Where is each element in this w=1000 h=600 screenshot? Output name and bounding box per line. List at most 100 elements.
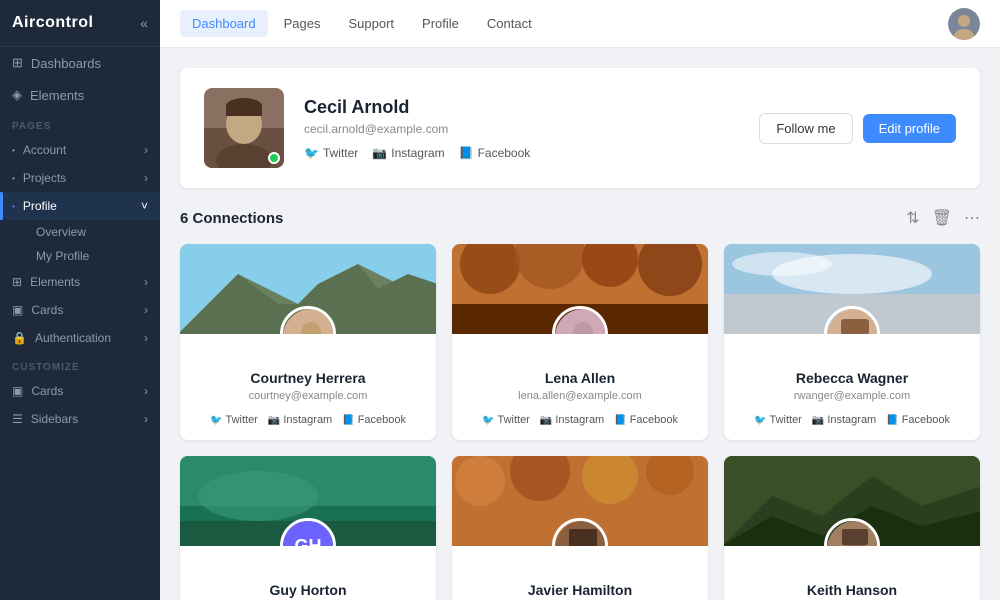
follow-button[interactable]: Follow me	[759, 113, 852, 144]
connections-header: 6 Connections ⇅ 🗑 ⋯	[180, 208, 980, 228]
sidebar-item-elements2[interactable]: ⊞ Elements ›	[0, 268, 160, 296]
cards-icon: ▣	[12, 303, 23, 317]
profile-social-links: 🐦 Twitter 📷 Instagram 📘 Facebook	[304, 146, 739, 160]
card-twitter[interactable]: 🐦Twitter	[754, 414, 802, 426]
sidebar-item-elements[interactable]: ◈ Elements	[0, 79, 160, 111]
profile-actions: Follow me Edit profile	[759, 113, 956, 144]
card-email: courtney@example.com	[196, 390, 420, 402]
connections-actions: ⇅ 🗑 ⋯	[906, 208, 980, 228]
card-name: Guy Horton	[196, 582, 420, 598]
card-avatar-wrap	[824, 306, 880, 334]
user-avatar[interactable]	[948, 8, 980, 40]
profile-email: cecil.arnold@example.com	[304, 122, 739, 136]
topnav-link-dashboard[interactable]: Dashboard	[180, 10, 268, 37]
chevron-right-icon: ›	[144, 412, 148, 426]
instagram-icon: 📷	[812, 415, 824, 426]
sidebar-item-label: Cards	[31, 384, 63, 398]
social-link-instagram[interactable]: 📷 Instagram	[372, 146, 444, 160]
facebook-icon: 📘	[886, 415, 898, 426]
card-email: rwanger@example.com	[740, 390, 964, 402]
twitter-icon: 🐦	[754, 415, 766, 426]
dot-icon: •	[12, 174, 15, 183]
card-body: Rebecca Wagner rwanger@example.com 🐦Twit…	[724, 334, 980, 440]
sidebar-item-label: Projects	[23, 171, 66, 185]
card-body: Keith Hanson k.handson@example.com 🐦Twit…	[724, 546, 980, 600]
sidebar-item-sidebars[interactable]: ☰ Sidebars ›	[0, 405, 160, 433]
card-avatar-wrap: GH	[280, 518, 336, 546]
card-facebook[interactable]: 📘Facebook	[614, 414, 678, 426]
card-avatar-wrap	[824, 518, 880, 546]
sidebars-icon: ☰	[12, 412, 23, 426]
card-twitter[interactable]: 🐦Twitter	[482, 414, 530, 426]
topnav-link-profile[interactable]: Profile	[410, 10, 471, 37]
connections-title: 6 Connections	[180, 210, 283, 227]
delete-icon[interactable]: 🗑	[932, 208, 952, 228]
topnav-links: Dashboard Pages Support Profile Contact	[180, 10, 544, 37]
card-avatar	[280, 306, 336, 334]
more-options-icon[interactable]: ⋯	[964, 208, 980, 228]
card-instagram[interactable]: 📷Instagram	[268, 414, 332, 426]
twitter-icon: 🐦	[482, 415, 494, 426]
connections-grid: Courtney Herrera courtney@example.com 🐦T…	[180, 244, 980, 600]
chevron-right-icon: ›	[144, 303, 148, 317]
twitter-icon: 🐦	[304, 146, 319, 160]
card-social-links: 🐦Twitter 📷Instagram 📘Facebook	[740, 414, 964, 426]
lock-icon: 🔒	[12, 331, 27, 345]
facebook-icon: 📘	[614, 415, 626, 426]
sidebar-item-account[interactable]: • Account ›	[0, 136, 160, 164]
dot-icon: •	[12, 202, 15, 211]
instagram-icon: 📷	[372, 146, 387, 160]
card-social-links: 🐦Twitter 📷Instagram 📘Facebook	[468, 414, 692, 426]
cards-cust-icon: ▣	[12, 384, 23, 398]
sidebar-item-cards-cust[interactable]: ▣ Cards ›	[0, 377, 160, 405]
sidebar-item-label: Elements	[30, 88, 84, 103]
main-content: Dashboard Pages Support Profile Contact	[160, 0, 1000, 600]
social-link-facebook[interactable]: 📘 Facebook	[459, 146, 531, 160]
social-label: Facebook	[478, 146, 531, 160]
sidebar-item-projects[interactable]: • Projects ›	[0, 164, 160, 192]
avatar-initials: GH	[283, 521, 333, 546]
sidebar-item-label: Overview	[36, 225, 86, 239]
card-facebook[interactable]: 📘Facebook	[886, 414, 950, 426]
sidebar-item-dashboards[interactable]: ⊞ Dashboards	[0, 47, 160, 79]
topnav-link-pages[interactable]: Pages	[272, 10, 333, 37]
sidebar-item-overview[interactable]: Overview	[0, 220, 160, 244]
facebook-icon: 📘	[342, 415, 354, 426]
card-name: Javier Hamilton	[468, 582, 692, 598]
card-instagram[interactable]: 📷Instagram	[812, 414, 876, 426]
card-background	[180, 244, 436, 334]
social-link-twitter[interactable]: 🐦 Twitter	[304, 146, 358, 160]
card-name: Keith Hanson	[740, 582, 964, 598]
app-logo: Aircontrol	[12, 14, 93, 32]
sidebar-item-label: My Profile	[36, 249, 89, 263]
topnav-link-support[interactable]: Support	[336, 10, 406, 37]
instagram-icon: 📷	[268, 415, 280, 426]
sidebar-header: Aircontrol «	[0, 0, 160, 47]
chevron-right-icon: ›	[144, 384, 148, 398]
grid-icon: ⊞	[12, 275, 22, 289]
social-label: Twitter	[323, 146, 358, 160]
card-twitter[interactable]: 🐦Twitter	[210, 414, 258, 426]
card-background	[452, 456, 708, 546]
sidebar-item-profile[interactable]: • Profile ˅	[0, 192, 160, 220]
card-name: Courtney Herrera	[196, 370, 420, 386]
sidebar-item-label: Cards	[31, 303, 63, 317]
topnav-link-contact[interactable]: Contact	[475, 10, 544, 37]
card-facebook[interactable]: 📘Facebook	[342, 414, 406, 426]
instagram-icon: 📷	[540, 415, 552, 426]
sidebar-collapse-button[interactable]: «	[140, 15, 148, 31]
card-avatar-wrap	[552, 306, 608, 334]
chevron-right-icon: ›	[144, 331, 148, 345]
edit-profile-button[interactable]: Edit profile	[863, 114, 956, 143]
dashboards-icon: ⊞	[12, 55, 23, 71]
connection-card-lena: Lena Allen lena.allen@example.com 🐦Twitt…	[452, 244, 708, 440]
card-avatar	[552, 518, 608, 546]
sidebar-item-my-profile[interactable]: My Profile	[0, 244, 160, 268]
card-background	[724, 456, 980, 546]
sidebar-item-label: Sidebars	[31, 412, 78, 426]
sidebar-item-cards-pages[interactable]: ▣ Cards ›	[0, 296, 160, 324]
sidebar-item-authentication[interactable]: 🔒 Authentication ›	[0, 324, 160, 352]
card-instagram[interactable]: 📷Instagram	[540, 414, 604, 426]
dot-icon: •	[12, 146, 15, 155]
filter-icon[interactable]: ⇅	[906, 208, 919, 228]
